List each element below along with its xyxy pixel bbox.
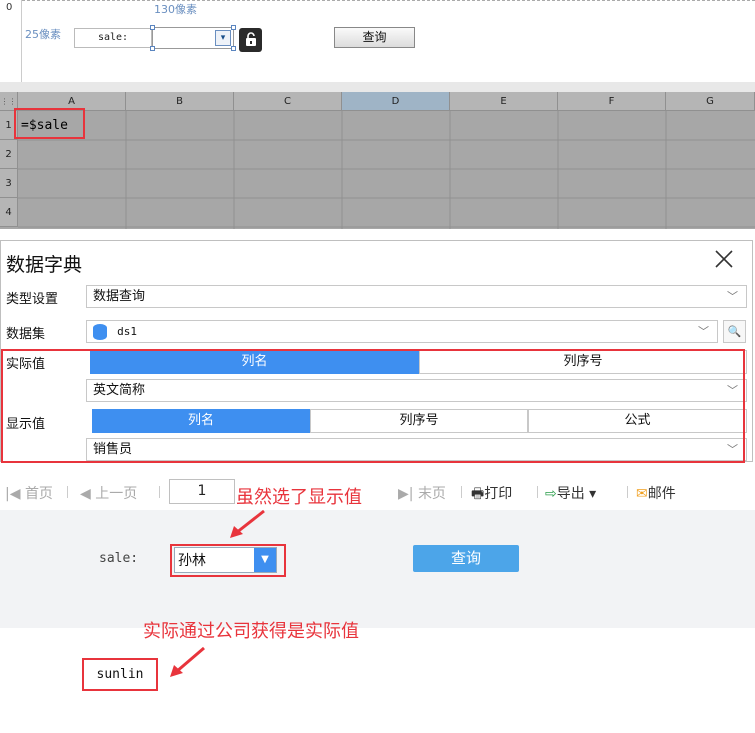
row-header-3[interactable]: 3 xyxy=(0,169,18,198)
dataset-label: 数据集 xyxy=(6,327,46,342)
toolbar-divider xyxy=(627,486,628,498)
toolbar-divider xyxy=(67,486,68,498)
annotation-display-value: 虽然选了显示值 xyxy=(236,487,362,508)
column-header-g[interactable]: G xyxy=(666,92,755,111)
last-page-button[interactable]: ▶| 末页 xyxy=(398,483,446,503)
designer-panel: 0 130像素 25像素 sale: ▾ 查询 xyxy=(0,0,755,92)
first-page-button[interactable]: |◀ 首页 xyxy=(5,483,53,503)
email-icon: ✉ xyxy=(636,486,648,502)
pagination-toolbar: |◀ 首页 ◀ 上一页 1 ▶| 末页 🖶打印 ⇨导出 ▾ ✉邮件 xyxy=(0,473,755,510)
annotation-arrow xyxy=(170,646,205,677)
email-button[interactable]: ✉邮件 xyxy=(636,483,676,503)
toolbar-divider xyxy=(159,486,160,498)
column-header-b[interactable]: B xyxy=(126,92,234,111)
row-header-2[interactable]: 2 xyxy=(0,140,18,169)
ruler-zero: 0 xyxy=(6,2,13,13)
prev-page-button[interactable]: ◀ 上一页 xyxy=(80,483,137,503)
design-query-button[interactable]: 查询 xyxy=(334,27,415,48)
resize-handle[interactable] xyxy=(150,25,155,30)
result-value: sunlin xyxy=(82,658,158,691)
type-setting-value: 数据查询 xyxy=(93,289,146,304)
highlight-box-values xyxy=(1,349,745,463)
export-button[interactable]: ⇨导出 ▾ xyxy=(545,483,596,503)
print-button[interactable]: 🖶打印 xyxy=(471,483,512,507)
toolbar-divider xyxy=(537,486,538,498)
combo-dropdown-icon[interactable]: ▾ xyxy=(215,30,231,46)
toolbar-divider xyxy=(461,486,462,498)
resize-handle[interactable] xyxy=(231,46,236,51)
width-guide-label: 130像素 xyxy=(154,3,197,16)
dialog-title: 数据字典 xyxy=(6,254,83,276)
unlock-icon[interactable] xyxy=(239,28,262,52)
page-number-input[interactable]: 1 xyxy=(169,479,235,504)
dataset-select[interactable]: ds1 ﹀ xyxy=(86,320,718,343)
resize-handle[interactable] xyxy=(150,46,155,51)
cell-a1-formula[interactable]: =$sale xyxy=(21,118,68,133)
report-sheet: ⋮⋮ A B C D E F G 1 2 3 4 =$sale xyxy=(0,92,755,229)
dataset-preview-icon[interactable]: 🔍 xyxy=(723,320,746,343)
height-guide-label: 25像素 xyxy=(25,28,61,41)
column-header-d[interactable]: D xyxy=(342,92,450,111)
database-icon xyxy=(93,323,107,340)
grid-lines xyxy=(18,111,755,229)
export-icon: ⇨ xyxy=(545,486,557,502)
type-setting-label: 类型设置 xyxy=(6,292,59,307)
type-setting-select[interactable]: 数据查询 ﹀ xyxy=(86,285,747,308)
data-dictionary-dialog: 数据字典 类型设置 数据查询 ﹀ 数据集 ds1 ﹀ 🔍 实际值 列名 列序号 … xyxy=(0,240,753,463)
column-header-e[interactable]: E xyxy=(450,92,558,111)
query-button[interactable]: 查询 xyxy=(413,545,519,572)
chevron-down-icon[interactable]: ﹀ xyxy=(698,321,709,342)
vertical-ruler: 0 xyxy=(0,0,22,82)
preview-panel: |◀ 首页 ◀ 上一页 1 ▶| 末页 🖶打印 ⇨导出 ▾ ✉邮件 虽然选了显示… xyxy=(0,473,755,628)
column-header-c[interactable]: C xyxy=(234,92,342,111)
annotation-actual-value: 实际通过公司获得是实际值 xyxy=(143,621,359,642)
annotation-arrow xyxy=(230,509,265,538)
resize-handle[interactable] xyxy=(231,25,236,30)
design-sale-label[interactable]: sale: xyxy=(74,28,152,48)
highlight-box-combo xyxy=(170,544,286,577)
row-header-4[interactable]: 4 xyxy=(0,198,18,227)
design-combo-widget[interactable]: ▾ xyxy=(150,25,236,51)
dataset-value: ds1 xyxy=(117,325,138,338)
column-header-f[interactable]: F xyxy=(558,92,666,111)
param-sale-label: sale: xyxy=(99,551,139,566)
chevron-down-icon[interactable]: ﹀ xyxy=(727,286,738,307)
close-icon[interactable] xyxy=(714,249,734,274)
